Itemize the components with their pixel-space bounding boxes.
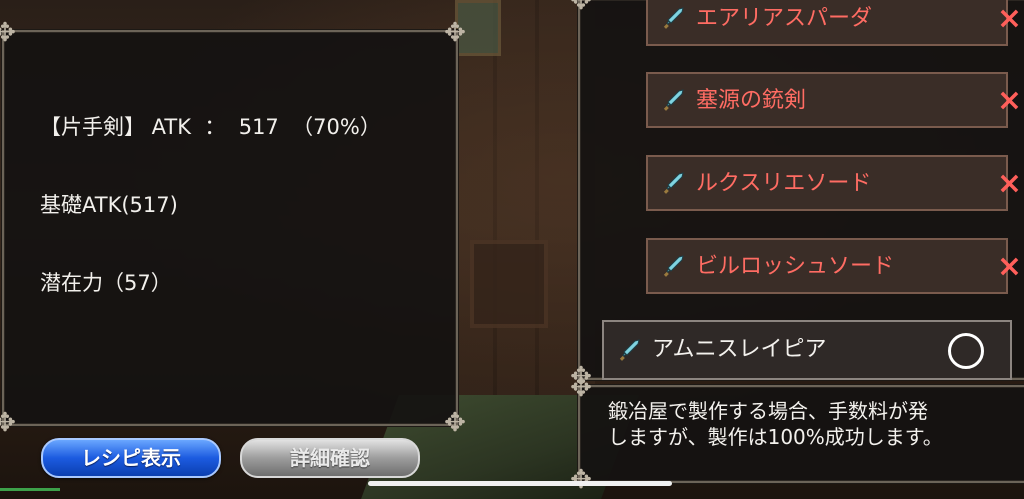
sword-icon xyxy=(618,338,642,362)
item-name: エアリアスパーダ xyxy=(696,6,873,31)
list-item[interactable]: 塞源の銃剣 × xyxy=(646,72,1022,128)
corner-ornament-icon: ✥ xyxy=(570,465,592,495)
item-name: アムニスレイピア xyxy=(652,337,827,362)
description-line: 鍛冶屋で製作する場合、手数料が発 xyxy=(608,399,928,423)
list-item[interactable]: ルクスリエソード × xyxy=(646,155,1022,211)
cross-icon: × xyxy=(996,1,1022,36)
cross-icon: × xyxy=(996,83,1022,118)
item-name: ビルロッシュソード xyxy=(696,254,895,279)
weapon-stats: 【片手剣】 ATK ： 517 （70%） 基礎ATK(517) 潜在力（57） xyxy=(40,62,381,322)
home-indicator[interactable] xyxy=(368,481,672,486)
sword-icon xyxy=(662,88,686,112)
sword-icon xyxy=(662,171,686,195)
description-line: しますが、製作は100%成功します。 xyxy=(608,425,943,449)
description-text: 鍛冶屋で製作する場合、手数料が発 しますが、製作は100%成功します。 xyxy=(608,398,1024,450)
list-item-selected[interactable]: アムニスレイピア xyxy=(602,320,1012,380)
list-item[interactable]: ビルロッシュソード × xyxy=(646,238,1022,294)
corner-ornament-icon: ✥ xyxy=(444,18,466,48)
corner-ornament-icon: ✥ xyxy=(570,373,592,403)
sword-icon xyxy=(662,254,686,278)
recipe-button[interactable]: レシピ表示 xyxy=(41,438,221,478)
sword-icon xyxy=(662,6,686,30)
corner-ornament-icon: ✥ xyxy=(570,0,592,16)
list-item[interactable]: エアリアスパーダ × xyxy=(646,0,1022,46)
stat-potential: 潜在力（57） xyxy=(40,271,172,295)
background-wall xyxy=(455,0,595,420)
circle-icon xyxy=(948,333,984,369)
corner-ornament-icon: ✥ xyxy=(444,408,466,438)
stat-atk: 【片手剣】 ATK ： 517 （70%） xyxy=(40,115,381,139)
item-name: 塞源の銃剣 xyxy=(696,88,807,113)
item-name: ルクスリエソード xyxy=(696,171,872,196)
detail-button[interactable]: 詳細確認 xyxy=(240,438,420,478)
cross-icon: × xyxy=(996,166,1022,201)
progress-indicator xyxy=(0,488,60,491)
stat-base-atk: 基礎ATK(517) xyxy=(40,193,178,217)
cross-icon: × xyxy=(996,249,1022,284)
corner-ornament-icon: ✥ xyxy=(0,408,16,438)
background-cabinet xyxy=(470,240,548,328)
corner-ornament-icon: ✥ xyxy=(0,18,16,48)
